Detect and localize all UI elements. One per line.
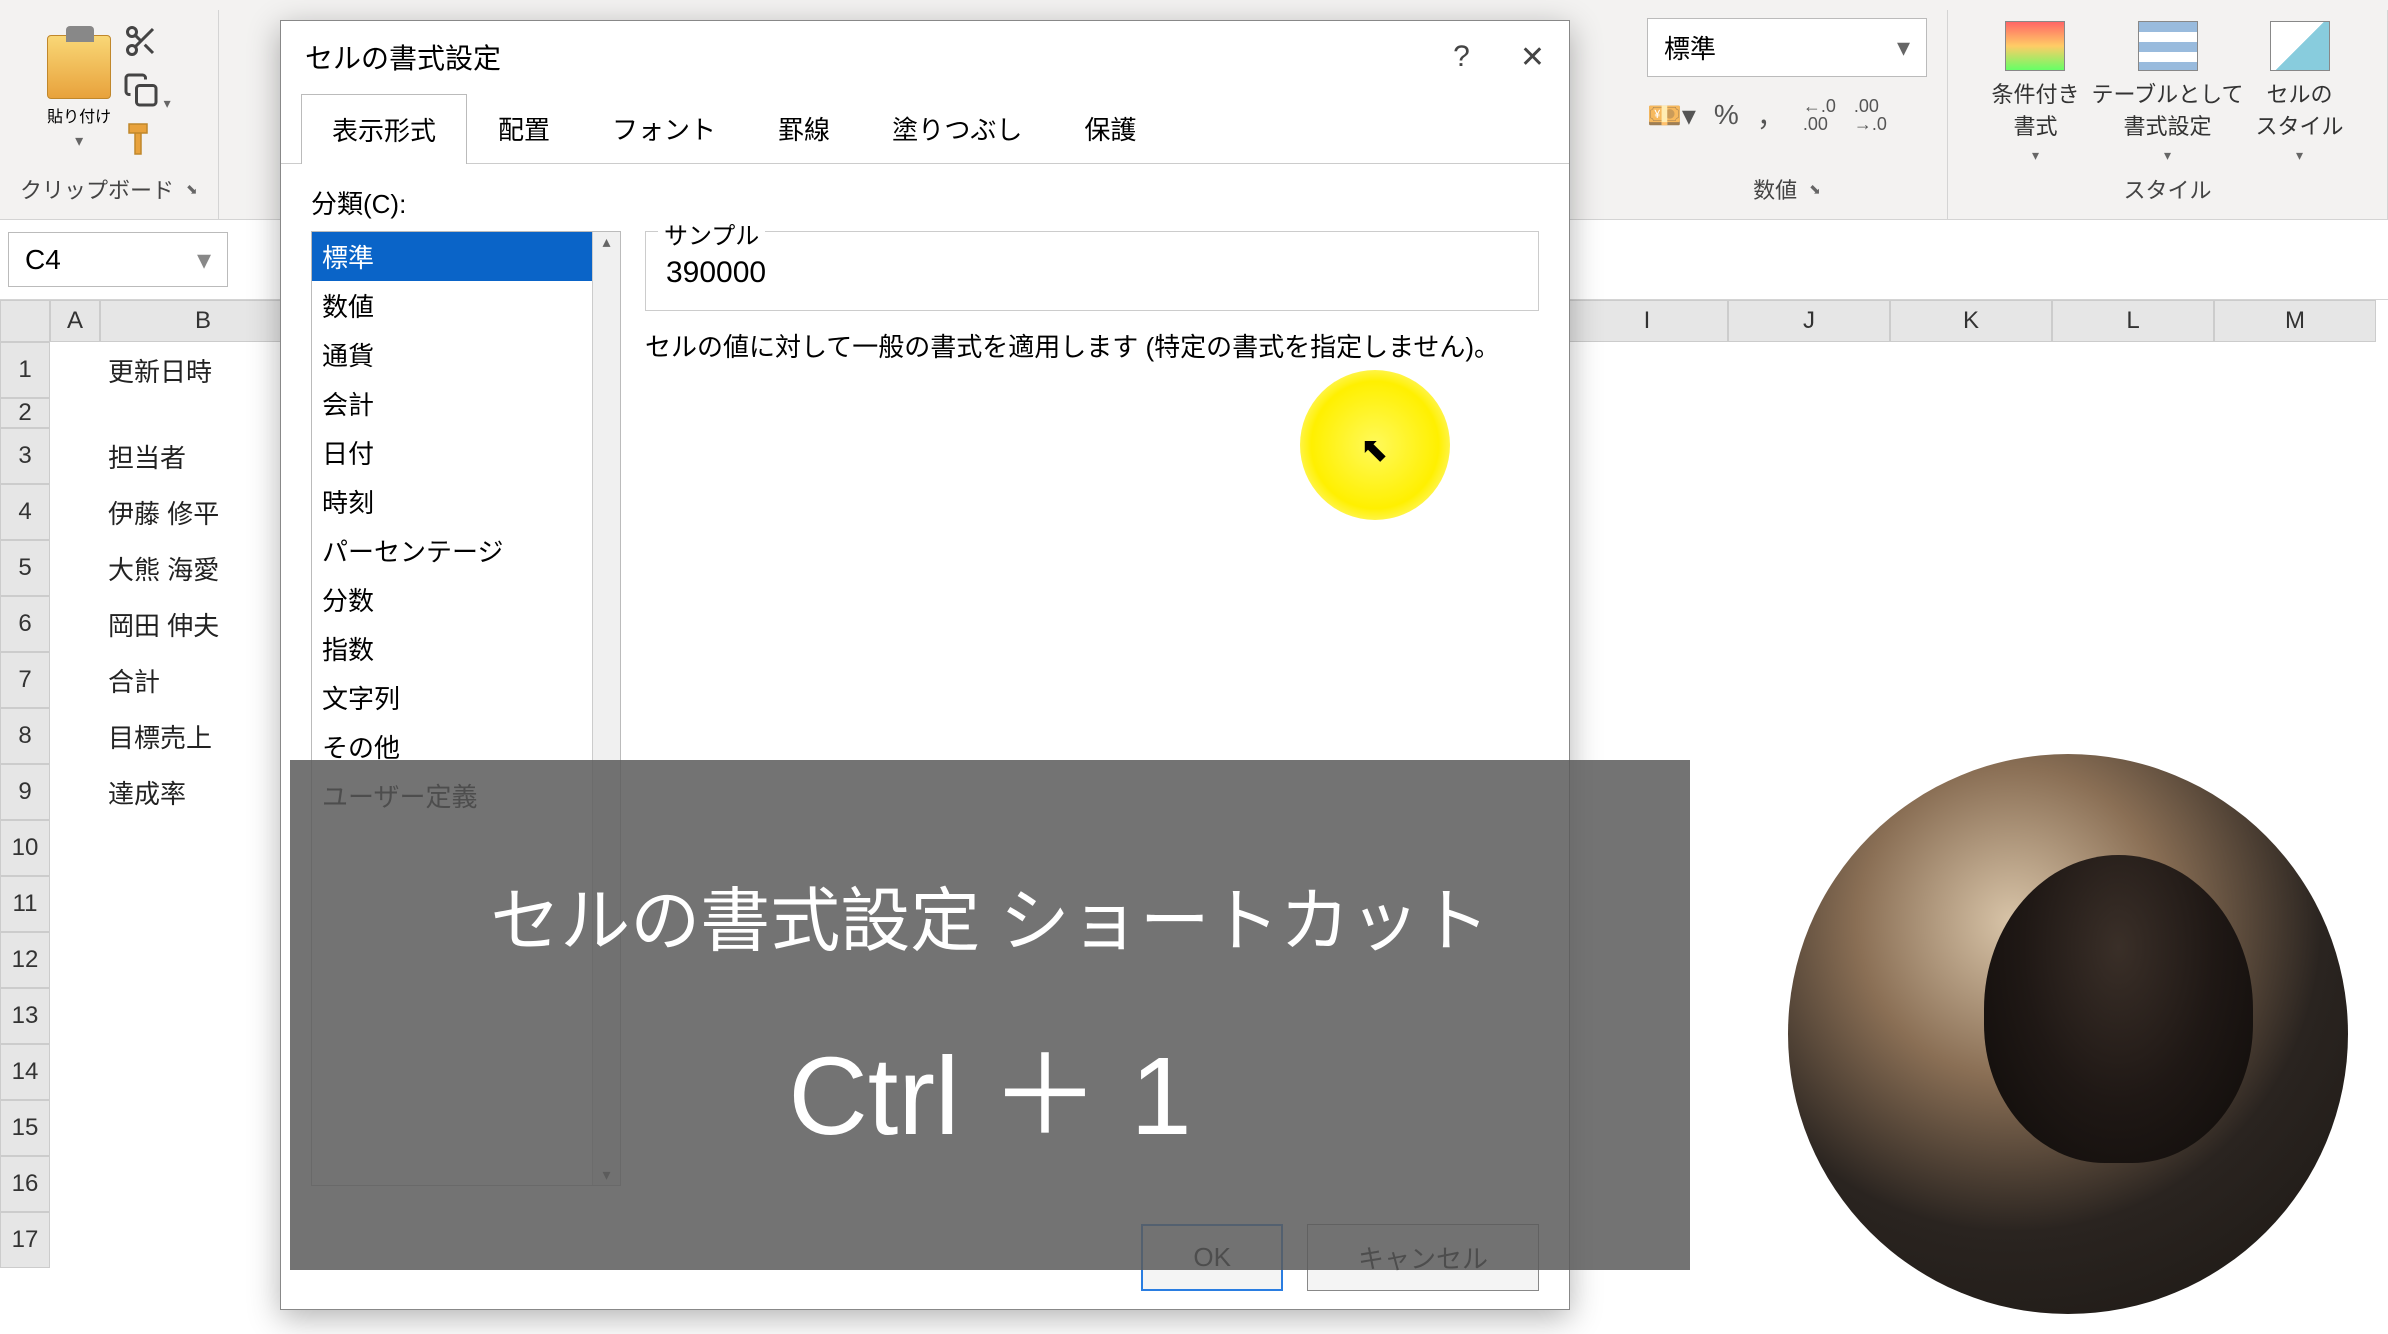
category-item[interactable]: 会計 [312, 379, 592, 428]
webcam-overlay [1788, 754, 2348, 1314]
category-item[interactable]: 指数 [312, 624, 592, 673]
paste-label: 貼り付け [47, 103, 111, 127]
close-button[interactable]: ✕ [1520, 40, 1545, 75]
decrease-decimal-button[interactable]: .00→.0 [1854, 97, 1887, 133]
comma-button[interactable]: ， [1757, 95, 1785, 135]
tab-protection[interactable]: 保護 [1053, 93, 1167, 163]
category-item[interactable]: 文字列 [312, 673, 592, 722]
ribbon-group-clipboard: 貼り付け ▾ ▾ クリップボード ⬊ [0, 10, 219, 219]
conditional-format-icon [2005, 21, 2065, 71]
chevron-down-icon: ▾ [2296, 147, 2303, 164]
chevron-down-icon: ▾ [75, 131, 83, 151]
tab-number-format[interactable]: 表示形式 [301, 94, 467, 164]
currency-button[interactable]: 💴▾ [1647, 99, 1696, 132]
row-header[interactable]: 5 [0, 540, 50, 596]
row-header[interactable]: 16 [0, 1156, 50, 1212]
row-header[interactable]: 6 [0, 596, 50, 652]
select-all-corner[interactable] [0, 300, 50, 342]
cell[interactable]: 合計 [100, 652, 168, 709]
sample-value: 390000 [666, 248, 1518, 290]
tab-fill[interactable]: 塗りつぶし [861, 93, 1053, 163]
cell[interactable]: 大熊 海愛 [100, 540, 227, 597]
tab-font[interactable]: フォント [581, 93, 747, 163]
dialog-title: セルの書式設定 [305, 37, 501, 77]
cell-styles-icon [2270, 21, 2330, 71]
tab-alignment[interactable]: 配置 [467, 93, 581, 163]
format-painter-button[interactable] [123, 121, 170, 162]
copy-button[interactable]: ▾ [123, 72, 170, 113]
tab-border[interactable]: 罫線 [747, 93, 861, 163]
table-icon [2138, 21, 2198, 71]
column-header[interactable]: A [50, 300, 100, 342]
column-header[interactable]: M [2214, 300, 2376, 342]
clipboard-group-label: クリップボード [20, 173, 174, 205]
category-item[interactable]: 分数 [312, 575, 592, 624]
increase-decimal-button[interactable]: ←.0.00 [1803, 97, 1836, 133]
name-box-value: C4 [25, 244, 61, 276]
category-item[interactable]: 標準 [312, 232, 592, 281]
sample-label: サンプル [658, 216, 765, 251]
dialog-tabs: 表示形式 配置 フォント 罫線 塗りつぶし 保護 [281, 93, 1569, 164]
sample-frame: サンプル 390000 [645, 231, 1539, 311]
caption-line1: セルの書式設定 ショートカット [490, 865, 1489, 966]
help-button[interactable]: ? [1453, 40, 1470, 75]
row-header[interactable]: 14 [0, 1044, 50, 1100]
category-item[interactable]: 通貨 [312, 330, 592, 379]
row-header[interactable]: 17 [0, 1212, 50, 1268]
cut-button[interactable] [123, 23, 170, 64]
row-header[interactable]: 12 [0, 932, 50, 988]
ribbon-group-number: 標準 ▾ 💴▾ % ， ←.0.00 .00→.0 数値 ⬊ [1627, 10, 1948, 219]
category-item[interactable]: 日付 [312, 428, 592, 477]
clipboard-launcher-icon[interactable]: ⬊ [186, 181, 198, 198]
row-header[interactable]: 15 [0, 1100, 50, 1156]
column-header[interactable]: I [1566, 300, 1728, 342]
row-header[interactable]: 4 [0, 484, 50, 540]
cell[interactable]: 達成率 [100, 764, 194, 821]
number-group-label: 数値 [1753, 173, 1797, 205]
row-header[interactable]: 11 [0, 876, 50, 932]
paste-button[interactable]: 貼り付け ▾ [47, 35, 111, 151]
row-header[interactable]: 1 [0, 342, 50, 398]
cell[interactable]: 更新日時 [100, 342, 220, 399]
category-item[interactable]: 時刻 [312, 477, 592, 526]
category-item[interactable]: 数値 [312, 281, 592, 330]
dialog-titlebar[interactable]: セルの書式設定 ? ✕ [281, 21, 1569, 93]
row-header[interactable]: 10 [0, 820, 50, 876]
caption-line2: Ctrl ＋ 1 [788, 1006, 1191, 1166]
styles-group-label: スタイル [2123, 173, 2211, 205]
cell[interactable]: 目標売上 [100, 708, 220, 765]
column-header[interactable]: L [2052, 300, 2214, 342]
cell-styles-button[interactable]: セルの スタイル ▾ [2256, 21, 2344, 164]
column-header[interactable]: B [100, 300, 306, 342]
chevron-down-icon: ▾ [2032, 147, 2039, 164]
row-header[interactable]: 3 [0, 428, 50, 484]
cell[interactable]: 岡田 伸夫 [100, 596, 227, 653]
conditional-format-button[interactable]: 条件付き 書式 ▾ [1991, 21, 2079, 164]
row-header[interactable]: 13 [0, 988, 50, 1044]
scroll-up-icon[interactable]: ▴ [602, 232, 610, 252]
format-as-table-button[interactable]: テーブルとして 書式設定 ▾ [2091, 21, 2243, 164]
number-format-selected: 標準 [1664, 29, 1716, 66]
clipboard-icon [47, 35, 111, 99]
category-label: 分類(C): [311, 184, 1539, 221]
chevron-down-icon: ▾ [2164, 147, 2171, 164]
caption-overlay: セルの書式設定 ショートカット Ctrl ＋ 1 [290, 760, 1690, 1270]
ribbon-group-styles: 条件付き 書式 ▾ テーブルとして 書式設定 ▾ セルの スタイル ▾ スタイル [1948, 10, 2388, 219]
category-item[interactable]: パーセンテージ [312, 526, 592, 575]
cell[interactable]: 担当者 [100, 428, 194, 485]
chevron-down-icon: ▾ [197, 243, 211, 276]
column-header[interactable]: J [1728, 300, 1890, 342]
column-header[interactable]: K [1890, 300, 2052, 342]
row-header[interactable]: 9 [0, 764, 50, 820]
cell[interactable]: 伊藤 修平 [100, 484, 227, 541]
chevron-down-icon: ▾ [1897, 32, 1910, 63]
row-header[interactable]: 2 [0, 398, 50, 428]
name-box[interactable]: C4 ▾ [8, 232, 228, 287]
row-header[interactable]: 8 [0, 708, 50, 764]
number-launcher-icon[interactable]: ⬊ [1809, 181, 1821, 198]
percent-button[interactable]: % [1714, 99, 1739, 131]
number-format-dropdown[interactable]: 標準 ▾ [1647, 18, 1927, 77]
format-description: セルの値に対して一般の書式を適用します (特定の書式を指定しません)。 [645, 327, 1539, 364]
row-header[interactable]: 7 [0, 652, 50, 708]
